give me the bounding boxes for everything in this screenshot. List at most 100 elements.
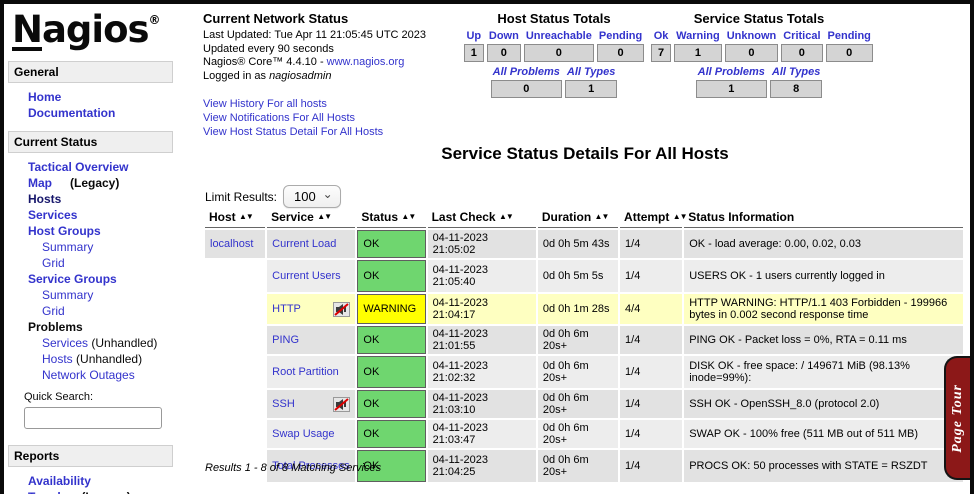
sidebar-item-servicegroup-grid[interactable]: Grid xyxy=(42,303,194,319)
col-header-status[interactable]: Status ▲▼ xyxy=(357,208,425,228)
host-status-totals: Host Status Totals Up Down Unreachable P… xyxy=(447,11,661,100)
host-down-count: 0 xyxy=(487,44,521,62)
host-cell-empty xyxy=(205,260,265,292)
network-status-title: Current Network Status xyxy=(203,11,443,26)
sidebar-item-services[interactable]: Services xyxy=(28,207,194,223)
host-header-label: Host xyxy=(209,210,236,224)
service-warning-header[interactable]: Warning xyxy=(674,30,722,42)
sidebar-item-network-outages[interactable]: Network Outages xyxy=(42,367,194,383)
service-link-current-load[interactable]: Current Load xyxy=(272,238,336,250)
host-link-localhost[interactable]: localhost xyxy=(210,238,253,250)
host-cell-empty xyxy=(205,420,265,448)
service-link-swap-usage[interactable]: Swap Usage xyxy=(272,428,334,440)
service-link-current-users[interactable]: Current Users xyxy=(272,270,340,282)
col-header-host[interactable]: Host ▲▼ xyxy=(205,208,265,228)
logged-in-text: Logged in as xyxy=(203,70,269,82)
view-host-status-detail-link[interactable]: View Host Status Detail For All Hosts xyxy=(203,125,443,139)
sidebar-item-service-groups[interactable]: Service Groups xyxy=(28,271,194,287)
service-ok-count: 7 xyxy=(651,44,671,62)
status-badge-ok: OK xyxy=(357,356,425,388)
col-header-service[interactable]: Service ▲▼ xyxy=(267,208,355,228)
last-check-cell: 04-11-2023 21:05:40 xyxy=(428,260,536,292)
duration-cell: 0d 0h 5m 5s xyxy=(538,260,618,292)
sidebar-item-documentation[interactable]: Documentation xyxy=(28,105,194,121)
page-tour-tab[interactable]: Page Tour xyxy=(944,356,970,480)
service-link-root-partition[interactable]: Root Partition xyxy=(272,366,339,378)
page-title: Service Status Details For All Hosts xyxy=(205,144,965,164)
host-totals-title: Host Status Totals xyxy=(447,11,661,26)
logged-in-user: nagiosadmin xyxy=(269,70,331,82)
sidebar-item-hosts-unhandled[interactable]: Hosts xyxy=(42,352,73,366)
view-notifications-link[interactable]: View Notifications For All Hosts xyxy=(203,111,443,125)
logo-letter-n: N xyxy=(12,12,42,51)
nagios-org-link[interactable]: www.nagios.org xyxy=(327,56,405,68)
col-header-attempt[interactable]: Attempt ▲▼ xyxy=(620,208,682,228)
table-row: Swap Usage OK 04-11-2023 21:03:47 0d 0h … xyxy=(205,420,963,448)
service-pending-header[interactable]: Pending xyxy=(826,30,873,42)
last-check-cell: 04-11-2023 21:03:47 xyxy=(428,420,536,448)
current-network-status-panel: Current Network Status Last Updated: Tue… xyxy=(203,11,443,139)
sidebar-item-services-unhandled[interactable]: Services xyxy=(42,336,88,350)
window-frame-top xyxy=(0,0,974,4)
last-check-cell: 04-11-2023 21:01:55 xyxy=(428,326,536,354)
service-critical-header[interactable]: Critical xyxy=(781,30,822,42)
hosts-unhandled-suffix: (Unhandled) xyxy=(76,352,142,366)
service-link-ssh[interactable]: SSH xyxy=(272,398,295,410)
host-unreachable-header[interactable]: Unreachable xyxy=(524,30,594,42)
sidebar-item-hostgroup-grid[interactable]: Grid xyxy=(42,255,194,271)
service-all-types-header[interactable]: All Types xyxy=(770,66,823,78)
status-info-cell: DISK OK - free space: / 149671 MiB (98.1… xyxy=(684,356,963,388)
service-link-ping[interactable]: PING xyxy=(272,334,299,346)
sort-arrows-icon[interactable]: ▲▼ xyxy=(673,212,687,221)
col-header-duration[interactable]: Duration ▲▼ xyxy=(538,208,618,228)
service-link-http[interactable]: HTTP xyxy=(272,303,301,315)
sort-arrows-icon[interactable]: ▲▼ xyxy=(317,212,331,221)
host-all-problems-header[interactable]: All Problems xyxy=(491,66,562,78)
attempt-cell: 1/4 xyxy=(620,356,682,388)
version-text: Nagios® Core™ 4.4.10 - xyxy=(203,56,327,68)
sidebar-item-host-groups[interactable]: Host Groups xyxy=(28,223,194,239)
sidebar-item-tactical-overview[interactable]: Tactical Overview xyxy=(28,159,194,175)
status-info-cell: USERS OK - 1 users currently logged in xyxy=(684,260,963,292)
duration-cell: 0d 0h 6m 20s+ xyxy=(538,420,618,448)
service-ok-header[interactable]: Ok xyxy=(651,30,671,42)
host-cell-empty xyxy=(205,356,265,388)
sidebar-item-hosts[interactable]: Hosts xyxy=(28,191,194,207)
sidebar-section-reports: Reports xyxy=(8,445,173,467)
trends-legacy-suffix: (Legacy) xyxy=(81,490,130,494)
quick-search-input[interactable] xyxy=(24,407,162,429)
page-tour-label: Page Tour xyxy=(950,384,966,453)
host-all-types-header[interactable]: All Types xyxy=(565,66,618,78)
status-information-header-label: Status Information xyxy=(688,210,794,224)
registered-mark-icon: ® xyxy=(149,13,160,27)
last-check-cell: 04-11-2023 21:02:32 xyxy=(428,356,536,388)
host-pending-header[interactable]: Pending xyxy=(597,30,644,42)
status-info-cell: PING OK - Packet loss = 0%, RTA = 0.11 m… xyxy=(684,326,963,354)
host-up-header[interactable]: Up xyxy=(464,30,484,42)
sort-arrows-icon[interactable]: ▲▼ xyxy=(499,212,513,221)
sidebar-item-trends[interactable]: Trends xyxy=(28,490,67,494)
sort-arrows-icon[interactable]: ▲▼ xyxy=(239,212,253,221)
service-all-problems-count: 1 xyxy=(696,80,767,98)
nagios-logo[interactable]: Nagios® xyxy=(6,6,194,57)
duration-cell: 0d 0h 6m 20s+ xyxy=(538,356,618,388)
limit-results-select[interactable]: 100⌄ xyxy=(283,185,341,208)
attempt-cell: 4/4 xyxy=(620,294,682,324)
sidebar-item-map[interactable]: Map xyxy=(28,176,52,190)
service-unknown-header[interactable]: Unknown xyxy=(725,30,779,42)
sidebar-item-hostgroup-summary[interactable]: Summary xyxy=(42,239,194,255)
sidebar-item-home[interactable]: Home xyxy=(28,89,194,105)
col-header-last-check[interactable]: Last Check ▲▼ xyxy=(428,208,536,228)
duration-header-label: Duration xyxy=(542,210,591,224)
sort-arrows-icon[interactable]: ▲▼ xyxy=(401,212,415,221)
host-down-header[interactable]: Down xyxy=(487,30,521,42)
sort-arrows-icon[interactable]: ▲▼ xyxy=(595,212,609,221)
service-all-problems-header[interactable]: All Problems xyxy=(696,66,767,78)
sidebar-item-servicegroup-summary[interactable]: Summary xyxy=(42,287,194,303)
status-info-cell: SWAP OK - 100% free (511 MB out of 511 M… xyxy=(684,420,963,448)
nagios-page: Nagios® General Home Documentation Curre… xyxy=(0,0,974,494)
view-history-link[interactable]: View History For all hosts xyxy=(203,97,443,111)
notifications-disabled-icon xyxy=(333,302,350,317)
update-interval-text: Updated every 90 seconds xyxy=(203,43,443,57)
sidebar-item-availability[interactable]: Availability xyxy=(28,473,194,489)
